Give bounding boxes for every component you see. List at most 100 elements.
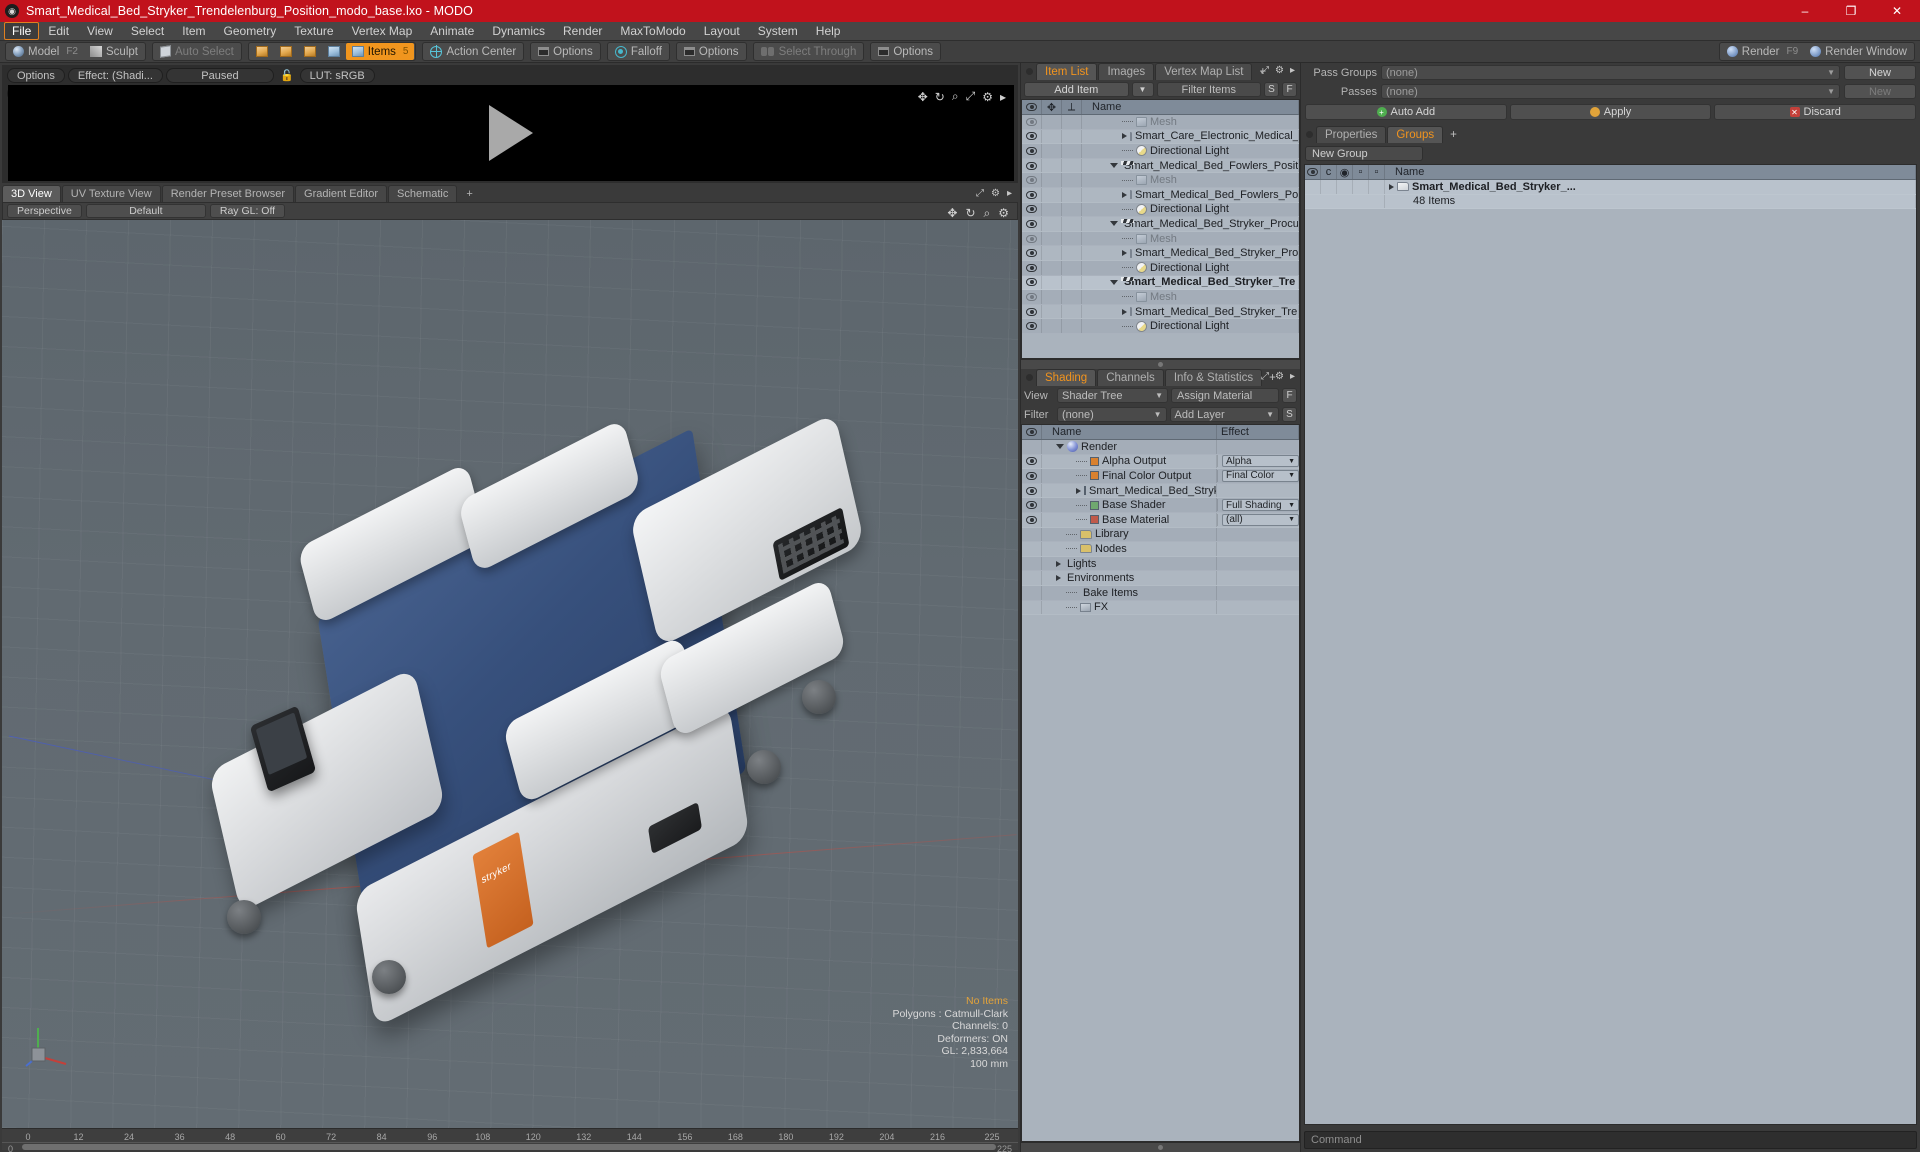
table-row[interactable]: FX: [1022, 600, 1299, 616]
view-select[interactable]: Shader Tree ▼: [1057, 388, 1168, 403]
shading-chevron-icon[interactable]: ▸: [1290, 371, 1295, 382]
row-name-cell[interactable]: Mesh: [1082, 173, 1299, 187]
menu-item-maxtomodo[interactable]: MaxToModo: [611, 22, 694, 40]
tab-schematic[interactable]: Schematic: [388, 185, 458, 202]
apply-button[interactable]: Apply: [1509, 104, 1712, 120]
tab-gradient-editor[interactable]: Gradient Editor: [295, 185, 387, 202]
table-row[interactable]: Directional Light: [1022, 202, 1299, 218]
render-effect-button[interactable]: Effect: (Shadi...: [67, 68, 163, 83]
shader-row-name-cell[interactable]: Lights: [1042, 556, 1217, 571]
effect-select[interactable]: Alpha ▼: [1222, 455, 1299, 468]
row-lock-cell[interactable]: [1042, 115, 1062, 129]
row-lock-cell[interactable]: [1042, 231, 1062, 246]
row-visibility-toggle[interactable]: [1022, 290, 1042, 304]
row-name-cell[interactable]: Smart_Medical_Bed_Fowlers_Position ...: [1082, 187, 1299, 202]
expander-right-icon[interactable]: [1122, 191, 1127, 198]
table-row[interactable]: Environments: [1022, 571, 1299, 586]
shader-row-name-cell[interactable]: Base Shader: [1042, 498, 1217, 512]
row-visibility-toggle[interactable]: [1022, 246, 1042, 260]
effect-dropdown-icon[interactable]: ▼: [1288, 458, 1295, 465]
filter-items-input[interactable]: Filter Items: [1156, 82, 1261, 97]
shader-row-visibility-toggle[interactable]: [1022, 469, 1042, 483]
effect-dropdown-icon[interactable]: ▼: [1288, 502, 1295, 509]
shader-row-visibility-toggle[interactable]: [1022, 498, 1042, 512]
discard-button[interactable]: ✕ Discard: [1714, 104, 1917, 120]
expander-right-icon[interactable]: [1076, 487, 1081, 494]
assign-material-button[interactable]: Assign Material: [1171, 388, 1279, 403]
shader-row-effect-cell[interactable]: Final Color ▼: [1217, 469, 1299, 482]
shader-row-name-cell[interactable]: Smart_Medical_Bed_Stryk ...: [1042, 483, 1217, 498]
edge-mode-button[interactable]: [274, 43, 298, 60]
menu-item-vertex-map[interactable]: Vertex Map: [343, 22, 422, 40]
viewport-3d-canvas[interactable]: stryker No Items Polygons : Catmull-Clar…: [2, 220, 1018, 1128]
row-name-cell[interactable]: Smart_Medical_Bed_Stryker_Trendele ...: [1082, 304, 1299, 319]
shader-row-name-cell[interactable]: Library: [1042, 527, 1217, 542]
command-bar[interactable]: Command: [1304, 1131, 1917, 1149]
tab-add[interactable]: +: [458, 185, 480, 202]
menu-item-geometry[interactable]: Geometry: [215, 22, 286, 40]
shader-row-effect-cell[interactable]: Full Shading ▼: [1217, 499, 1299, 512]
shader-row-name-cell[interactable]: Render: [1042, 440, 1217, 454]
table-row[interactable]: Smart_Medical_Bed_Fowlers_Position_m ...: [1022, 158, 1299, 174]
tab-groups[interactable]: Groups: [1387, 126, 1444, 143]
shader-row-name-cell[interactable]: Bake Items: [1042, 585, 1217, 600]
table-row[interactable]: Smart_Medical_Bed_Stryk ...: [1022, 483, 1299, 499]
row-lock-cell[interactable]: [1042, 260, 1062, 275]
row-visibility-toggle[interactable]: [1022, 275, 1042, 290]
shader-row-name-cell[interactable]: FX: [1042, 600, 1217, 615]
row-name-cell[interactable]: Mesh: [1082, 115, 1299, 129]
table-row[interactable]: Lights: [1022, 556, 1299, 572]
row-name-cell[interactable]: Mesh: [1082, 231, 1299, 246]
effect-select[interactable]: Final Color ▼: [1222, 469, 1299, 482]
expander-down-icon[interactable]: [1110, 279, 1118, 285]
render-options-button[interactable]: Options: [7, 68, 65, 83]
tab-vertex-map-list[interactable]: Vertex Map List: [1155, 63, 1253, 80]
tab-uv-texture-view[interactable]: UV Texture View: [61, 185, 161, 202]
tab-channels[interactable]: Channels: [1097, 369, 1164, 386]
item-list-hscroll[interactable]: [1021, 359, 1300, 369]
row-axis-cell[interactable]: [1062, 246, 1082, 260]
shader-row-effect-cell[interactable]: Alpha ▼: [1217, 455, 1299, 468]
groups-table-row[interactable]: Smart_Medical_Bed_Stryker_...: [1305, 180, 1916, 195]
row-axis-cell[interactable]: [1062, 304, 1082, 319]
add-item-dropdown-icon[interactable]: ▼: [1131, 82, 1154, 97]
item-list-chevron-icon[interactable]: ▸: [1290, 65, 1295, 76]
table-row[interactable]: Smart_Medical_Bed_Stryker_Procuity ...: [1022, 246, 1299, 261]
table-row[interactable]: Render: [1022, 440, 1299, 455]
row-axis-cell[interactable]: [1062, 173, 1082, 187]
row-lock-cell[interactable]: [1042, 202, 1062, 217]
zoom-icon[interactable]: ⌕: [952, 89, 959, 104]
tab-properties[interactable]: Properties: [1316, 126, 1387, 143]
row-lock-cell[interactable]: [1042, 187, 1062, 202]
effect-dropdown-icon[interactable]: ▼: [1288, 516, 1295, 523]
table-row[interactable]: Directional Light: [1022, 319, 1299, 334]
item-list-f-button[interactable]: F: [1282, 82, 1297, 97]
shading-s-button[interactable]: S: [1282, 407, 1297, 422]
polygon-mode-button[interactable]: [298, 43, 322, 60]
expander-right-icon[interactable]: [1056, 560, 1061, 567]
menu-item-file[interactable]: File: [4, 22, 40, 40]
pan-icon[interactable]: ✥: [918, 90, 928, 104]
row-name-cell[interactable]: Smart_Medical_Bed_Fowlers_Position_m ...: [1082, 158, 1299, 173]
row-name-cell[interactable]: Smart_Medical_Bed_Stryker_Procuity_Z ...: [1082, 217, 1299, 231]
item-list-rows[interactable]: Mesh Smart_Care_Electronic_Medical_Patie …: [1022, 115, 1299, 358]
shader-row-effect-cell[interactable]: (all) ▼: [1217, 513, 1299, 526]
model-mode-button[interactable]: Model F2: [7, 43, 84, 60]
row-visibility-toggle[interactable]: [1022, 202, 1042, 217]
table-row[interactable]: Directional Light: [1022, 144, 1299, 159]
maximize-button[interactable]: ❐: [1828, 0, 1874, 22]
menu-item-help[interactable]: Help: [807, 22, 850, 40]
falloff-button[interactable]: Falloff: [609, 43, 668, 60]
passes-new-button[interactable]: New: [1844, 84, 1916, 99]
viewport-maximize-icon[interactable]: ⤢: [976, 188, 984, 199]
row-axis-cell[interactable]: [1062, 319, 1082, 333]
shader-tree-rows[interactable]: Render Alpha Output Alpha ▼ Final Color Outp…: [1022, 440, 1299, 1141]
shader-row-visibility-toggle[interactable]: [1022, 571, 1042, 585]
lock-icon[interactable]: 🔓: [280, 69, 294, 82]
passes-select[interactable]: (none) ▼: [1381, 84, 1840, 99]
item-list-gear-icon[interactable]: ⚙: [1275, 65, 1284, 76]
shader-row-visibility-toggle[interactable]: [1022, 600, 1042, 615]
row-axis-cell[interactable]: [1062, 275, 1082, 290]
effect-select[interactable]: Full Shading ▼: [1222, 499, 1299, 512]
effect-select[interactable]: (all) ▼: [1222, 513, 1299, 526]
